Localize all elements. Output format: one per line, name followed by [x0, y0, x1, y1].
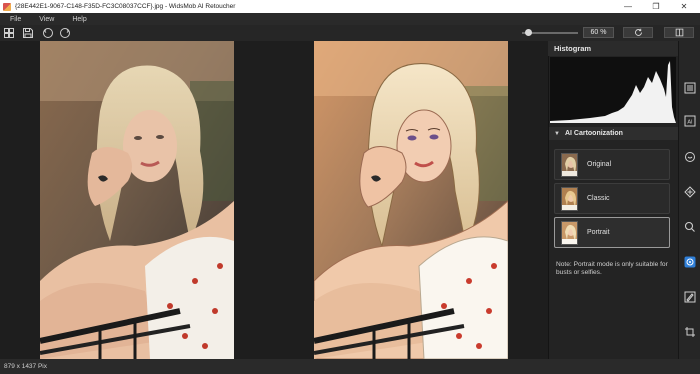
minimize-button[interactable]: — — [614, 0, 642, 13]
image-dimensions: 879 x 1437 Pix — [4, 363, 48, 370]
collapse-caret-icon: ▼ — [554, 130, 560, 137]
mode-original-button[interactable]: Original — [554, 149, 670, 180]
mode-classic-label: Classic — [587, 195, 610, 202]
save-icon[interactable] — [22, 27, 34, 39]
split-view-icon — [675, 28, 683, 37]
zoom-slider-knob[interactable] — [524, 29, 532, 36]
adjust-sliders-icon[interactable] — [684, 82, 696, 94]
status-bar: 879 x 1437 Pix — [0, 359, 700, 374]
mode-original-thumbnail — [561, 152, 578, 177]
zoom-tool-icon[interactable] — [684, 221, 696, 233]
histogram-chart — [550, 57, 676, 123]
mode-portrait-label: Portrait — [587, 229, 610, 236]
mode-original-label: Original — [587, 161, 612, 168]
zoom-value[interactable]: 60 % — [583, 27, 614, 38]
original-photo — [40, 41, 234, 359]
close-button[interactable]: ✕ — [670, 0, 698, 13]
mode-classic-button[interactable]: Classic — [554, 183, 670, 214]
mode-portrait-button[interactable]: Portrait — [554, 217, 670, 248]
app-logo-icon — [3, 2, 11, 11]
menu-bar: File View Help — [0, 13, 700, 25]
mode-portrait-thumbnail — [561, 220, 578, 245]
compare-view-button[interactable] — [664, 27, 694, 38]
mode-classic-thumbnail — [561, 186, 578, 211]
undo-icon[interactable] — [42, 27, 54, 39]
cartoonize-active-icon[interactable] — [684, 256, 696, 268]
ai-icon[interactable]: AI — [684, 115, 696, 127]
title-bar: {28E442E1-9067-C148-F35D-FC3C08037CCF}.j… — [0, 0, 700, 13]
histogram-title: Histogram — [554, 44, 592, 53]
pattern-icon[interactable] — [684, 186, 696, 198]
portrait-mode-note: Note: Portrait mode is only suitable for… — [556, 261, 668, 276]
brush-icon[interactable] — [684, 291, 696, 303]
menu-file[interactable]: File — [10, 16, 21, 23]
rotate-button[interactable] — [623, 27, 653, 38]
crop-icon[interactable] — [684, 326, 696, 338]
cartoonized-photo — [314, 41, 508, 359]
menu-view[interactable]: View — [39, 16, 54, 23]
window-title: {28E442E1-9067-C148-F35D-FC3C08037CCF}.j… — [15, 3, 236, 10]
svg-text:AI: AI — [687, 120, 693, 126]
face-retouch-icon[interactable] — [684, 151, 696, 163]
redo-icon[interactable] — [59, 27, 71, 39]
grid-view-icon[interactable] — [3, 27, 15, 39]
section-title: AI Cartoonization — [564, 130, 623, 137]
menu-help[interactable]: Help — [72, 16, 86, 23]
maximize-button[interactable]: ❐ — [642, 0, 670, 13]
refresh-icon — [634, 28, 642, 36]
ai-cartoonization-header[interactable]: ▼ AI Cartoonization — [549, 127, 678, 140]
